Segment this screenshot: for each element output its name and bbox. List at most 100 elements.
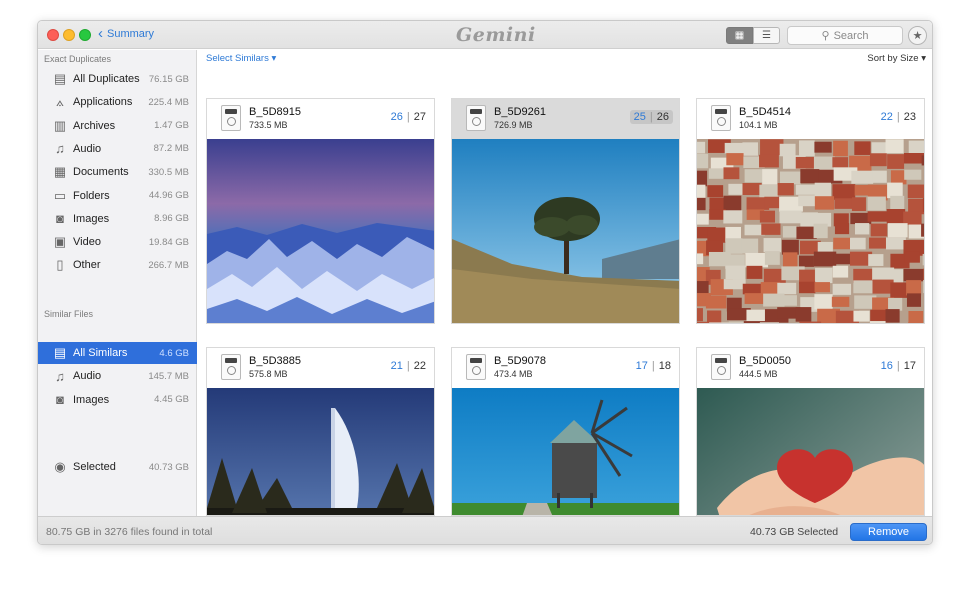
city-building — [885, 309, 900, 323]
sidebar-item-documents[interactable]: ▦ Documents 330.5 MB — [38, 161, 197, 183]
city-building — [921, 223, 924, 237]
duplicate-count[interactable]: 26 | 27 — [391, 111, 426, 123]
city-building — [697, 153, 709, 169]
sidebar-item-label: Other — [73, 259, 101, 272]
city-building — [723, 195, 742, 212]
city-building — [742, 142, 758, 156]
sidebar-item-all-duplicates[interactable]: ▤ All Duplicates 76.15 GB — [38, 68, 197, 90]
city-building — [867, 196, 886, 211]
file-card[interactable]: B_5D9078 473.4 MB 17 | 18 — [451, 347, 680, 516]
city-building — [697, 197, 706, 211]
file-card[interactable]: B_5D8915 733.5 MB 26 | 27 — [206, 98, 435, 324]
city-building — [741, 238, 759, 254]
city-building — [885, 139, 904, 154]
selected-count: 21 — [390, 360, 403, 372]
city-building — [723, 210, 743, 224]
sidebar-item-audio[interactable]: ♫ Audio 145.7 MB — [38, 365, 197, 387]
love-hands-photo[interactable] — [697, 388, 924, 515]
select-similars-dropdown[interactable]: Select Similars ▾ — [206, 53, 276, 64]
minimize-window-button[interactable] — [63, 29, 75, 41]
city-building — [890, 170, 907, 185]
burj-photo[interactable] — [207, 388, 434, 515]
star-button[interactable]: ★ — [908, 26, 927, 45]
sidebar-item-label: Audio — [73, 370, 102, 383]
city-building — [760, 282, 781, 296]
city-building — [906, 293, 922, 307]
duplicate-count[interactable]: 16 | 17 — [881, 360, 916, 372]
file-size: 473.4 MB — [494, 369, 533, 379]
sidebar-item-selected[interactable]: ◉ Selected 40.73 GB — [38, 456, 197, 478]
windmill-photo[interactable] — [452, 388, 679, 515]
tree-photo[interactable] — [452, 139, 679, 323]
file-name: B_5D9078 — [494, 355, 546, 367]
city-building — [746, 265, 763, 279]
sidebar-item-label: Applications — [73, 96, 133, 109]
sidebar-item-size: 40.73 GB — [148, 461, 189, 473]
count-separator: | — [406, 360, 410, 372]
camera-icon: ◙ — [56, 211, 64, 227]
sidebar-item-size: 8.96 GB — [154, 213, 189, 225]
city-photo[interactable] — [697, 139, 924, 323]
sidebar-item-applications[interactable]: ⟑ Applications 225.4 MB — [38, 91, 197, 113]
back-label: Summary — [107, 28, 155, 40]
city-building — [832, 265, 849, 278]
image-file-icon — [711, 105, 731, 131]
mountains-photo[interactable] — [207, 139, 434, 323]
duplicate-count[interactable]: 22 | 23 — [881, 111, 916, 123]
file-card[interactable]: B_5D3885 575.8 MB 21 | 22 — [206, 347, 435, 516]
count-separator: | — [651, 360, 655, 372]
total-found-text: 80.75 GB in 3276 files found in total — [46, 526, 213, 538]
count-separator: | — [649, 111, 653, 123]
sidebar-item-images[interactable]: ◙ Images 8.96 GB — [38, 208, 197, 230]
list-view-button[interactable]: ☰ — [753, 27, 780, 44]
city-building — [832, 283, 852, 295]
city-building — [744, 293, 765, 304]
sidebar-item-video[interactable]: ▣ Video 19.84 GB — [38, 231, 197, 253]
sidebar-item-size: 44.96 GB — [148, 190, 189, 201]
back-to-summary-button[interactable]: ‹ Summary — [98, 26, 155, 41]
city-building — [885, 237, 906, 250]
file-card[interactable]: B_5D0050 444.5 MB 16 | 17 — [696, 347, 925, 516]
search-input[interactable]: ⚲ Search — [787, 26, 903, 45]
city-building — [903, 268, 924, 282]
city-building — [872, 170, 887, 183]
grid-view-button[interactable]: ▦ — [726, 27, 753, 44]
sidebar-item-folders[interactable]: ▭ Folders 44.96 GB — [38, 185, 197, 207]
city-building — [745, 252, 769, 268]
duplicate-count[interactable]: 17 | 18 — [636, 360, 671, 372]
sidebar-item-all-similars[interactable]: ▤ All Similars 4.6 GB — [38, 342, 197, 364]
city-building — [697, 141, 706, 154]
city-building — [709, 209, 726, 220]
image-file-icon — [221, 354, 241, 380]
duplicate-count[interactable]: 21 | 22 — [391, 360, 426, 372]
status-bar: 80.75 GB in 3276 files found in total 40… — [38, 516, 932, 544]
file-card[interactable]: B_5D4514 104.1 MB 22 | 23 — [696, 98, 925, 324]
file-card[interactable]: B_5D9261 726.9 MB 25 | 26 — [451, 98, 680, 324]
image-file-icon — [466, 354, 486, 380]
sidebar-item-other[interactable]: ▯ Other 266.7 MB — [38, 254, 197, 276]
city-building — [906, 280, 922, 296]
zoom-window-button[interactable] — [79, 29, 91, 41]
sidebar-item-size: 266.7 MB — [148, 259, 189, 271]
sidebar-item-size: 330.5 MB — [148, 166, 189, 178]
duplicate-count[interactable]: 25 | 26 — [629, 110, 673, 124]
city-building — [726, 153, 744, 166]
city-building — [814, 182, 831, 198]
remove-button[interactable]: Remove — [850, 523, 927, 541]
sidebar-item-images[interactable]: ◙ Images 4.45 GB — [38, 389, 197, 411]
sidebar-item-size: 4.45 GB — [154, 394, 189, 406]
file-name: B_5D0050 — [739, 355, 791, 367]
city-building — [800, 169, 820, 184]
similar-files-title: Similar Files — [44, 309, 94, 319]
sidebar-item-audio[interactable]: ♫ Audio 87.2 MB — [38, 138, 197, 160]
image-file-icon — [466, 105, 486, 131]
city-building — [832, 157, 849, 168]
close-window-button[interactable] — [47, 29, 59, 41]
city-building — [867, 211, 890, 222]
sidebar-item-archives[interactable]: ▥ Archives 1.47 GB — [38, 115, 197, 137]
city-building — [871, 142, 887, 154]
sort-by-dropdown[interactable]: Sort by Size ▾ — [867, 53, 926, 64]
file-icon: ▯ — [56, 257, 64, 273]
count-separator: | — [896, 111, 900, 123]
drive-icon: ▤ — [53, 71, 67, 86]
